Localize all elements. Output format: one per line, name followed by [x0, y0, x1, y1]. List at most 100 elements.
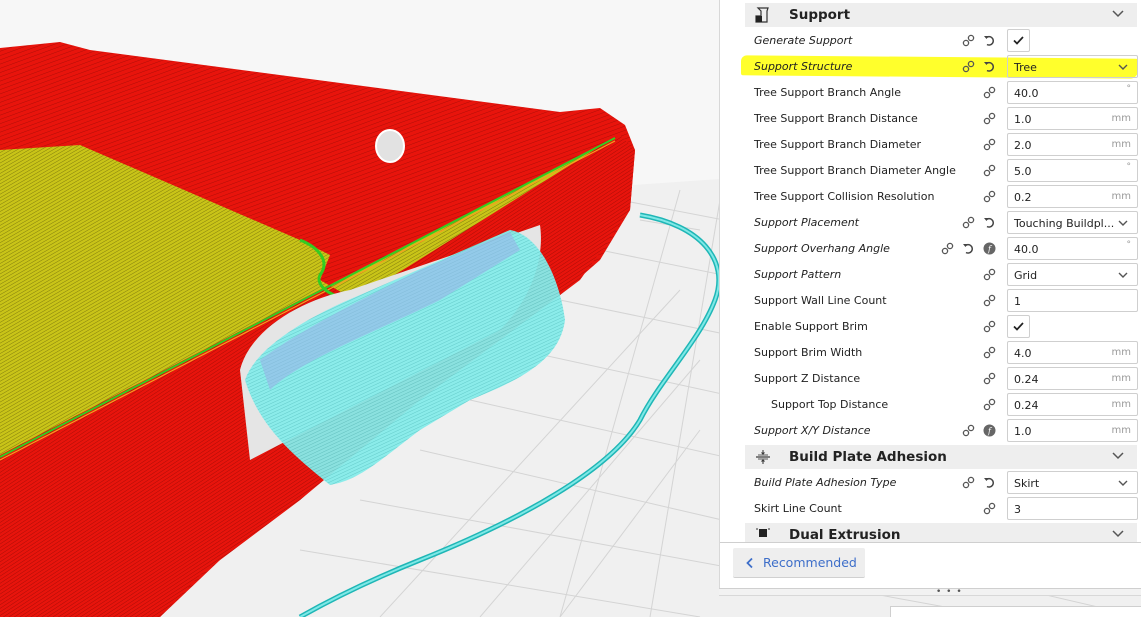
setting-support-placement: Support Placement Touching Buildpl...: [745, 210, 1138, 236]
link-icon[interactable]: [982, 501, 996, 515]
unit-label: mm: [1111, 425, 1131, 436]
reset-icon[interactable]: [982, 475, 996, 489]
setting-label: Tree Support Branch Diameter: [754, 138, 922, 151]
support-overhang-angle-input[interactable]: 40.0 °: [1007, 237, 1138, 260]
support-brim-width-input[interactable]: 4.0 mm: [1007, 341, 1138, 364]
dropdown-value: Touching Buildpl...: [1014, 217, 1115, 230]
tree-branch-distance-input[interactable]: 1.0 mm: [1007, 107, 1138, 130]
skirt-line-count-input[interactable]: 3: [1007, 497, 1138, 520]
input-value: 4.0: [1014, 347, 1032, 360]
generate-support-checkbox[interactable]: [1007, 29, 1030, 52]
link-icon[interactable]: [961, 33, 975, 47]
panel-resize-handle[interactable]: • • •: [719, 588, 1141, 597]
link-icon[interactable]: [982, 345, 996, 359]
link-icon[interactable]: [982, 85, 996, 99]
link-icon[interactable]: [982, 163, 996, 177]
tree-branch-angle-input[interactable]: 40.0 °: [1007, 81, 1138, 104]
support-xy-distance-input[interactable]: 1.0 mm: [1007, 419, 1138, 442]
link-icon[interactable]: [961, 215, 975, 229]
adhesion-icon: [755, 449, 771, 465]
setting-enable-support-brim: Enable Support Brim: [745, 314, 1137, 340]
checkmark-icon: [1013, 36, 1024, 45]
chevron-left-icon: [746, 557, 753, 568]
reset-icon[interactable]: [982, 215, 996, 229]
link-icon[interactable]: [940, 241, 954, 255]
settings-list[interactable]: Support Generate Support Support Structu…: [720, 0, 1141, 543]
setting-label: Support Z Distance: [754, 372, 861, 385]
setting-label: Support Brim Width: [754, 346, 863, 359]
input-value: 1.0: [1014, 425, 1032, 438]
tree-branch-diameter-angle-input[interactable]: 5.0 °: [1007, 159, 1138, 182]
reset-icon[interactable]: [961, 241, 975, 255]
reset-icon[interactable]: [982, 59, 996, 73]
chevron-down-icon: [1118, 272, 1128, 278]
link-icon[interactable]: [982, 267, 996, 281]
support-wall-line-count-input[interactable]: 1: [1007, 289, 1138, 312]
setting-tree-branch-angle: Tree Support Branch Angle 40.0 °: [745, 80, 1138, 106]
dual-extrusion-icon: [755, 527, 771, 542]
section-header-support[interactable]: Support: [745, 3, 1137, 27]
setting-label: Generate Support: [754, 34, 853, 47]
setting-label: Support X/Y Distance: [754, 424, 871, 437]
setting-label: Enable Support Brim: [754, 320, 868, 333]
build-plate-adhesion-type-dropdown[interactable]: Skirt: [1007, 471, 1138, 494]
tree-collision-resolution-input[interactable]: 0.2 mm: [1007, 185, 1138, 208]
setting-support-structure: Support Structure Tree: [745, 54, 1138, 80]
setting-label: Support Structure: [754, 60, 853, 73]
setting-support-overhang-angle: Support Overhang Angle f 40.0 °: [745, 236, 1138, 262]
dropdown-value: Skirt: [1014, 477, 1040, 490]
reset-icon[interactable]: [982, 33, 996, 47]
link-icon[interactable]: [982, 111, 996, 125]
section-header-dual-extrusion[interactable]: Dual Extrusion: [745, 523, 1137, 542]
setting-label: Support Pattern: [754, 268, 842, 281]
setting-tree-branch-diameter-angle: Tree Support Branch Diameter Angle 5.0 °: [745, 158, 1138, 184]
setting-label: Support Wall Line Count: [754, 294, 887, 307]
enable-support-brim-checkbox[interactable]: [1007, 315, 1030, 338]
unit-label: °: [1126, 84, 1132, 94]
link-icon[interactable]: [982, 189, 996, 203]
section-header-build-plate-adhesion[interactable]: Build Plate Adhesion: [745, 445, 1137, 469]
dropdown-value: Grid: [1014, 269, 1038, 282]
section-title-build-plate-adhesion: Build Plate Adhesion: [789, 449, 947, 465]
unit-label: mm: [1111, 191, 1131, 202]
function-icon[interactable]: f: [982, 241, 996, 255]
setting-build-plate-adhesion-type: Build Plate Adhesion Type Skirt: [745, 470, 1138, 496]
unit-label: mm: [1111, 347, 1131, 358]
input-value: 0.24: [1014, 373, 1039, 386]
unit-label: °: [1126, 240, 1132, 250]
section-title-support: Support: [789, 7, 851, 23]
link-icon[interactable]: [982, 293, 996, 307]
unit-label: mm: [1111, 399, 1131, 410]
setting-support-z-distance: Support Z Distance 0.24 mm: [745, 366, 1138, 392]
setting-generate-support: Generate Support: [745, 28, 1137, 54]
setting-label: Skirt Line Count: [754, 502, 842, 515]
chevron-down-icon[interactable]: [1111, 527, 1125, 541]
chevron-down-icon[interactable]: [1111, 7, 1125, 21]
link-icon[interactable]: [961, 475, 975, 489]
checkmark-icon: [1013, 322, 1024, 331]
support-structure-dropdown[interactable]: Tree: [1007, 55, 1138, 78]
input-value: 0.2: [1014, 191, 1032, 204]
setting-label: Support Placement: [754, 216, 859, 229]
input-value: 2.0: [1014, 139, 1032, 152]
link-icon[interactable]: [961, 423, 975, 437]
chevron-down-icon[interactable]: [1111, 449, 1125, 463]
tree-branch-diameter-input[interactable]: 2.0 mm: [1007, 133, 1138, 156]
support-pattern-dropdown[interactable]: Grid: [1007, 263, 1138, 286]
link-icon[interactable]: [961, 59, 975, 73]
support-top-distance-input[interactable]: 0.24 mm: [1007, 393, 1138, 416]
input-value: 40.0: [1014, 243, 1039, 256]
support-placement-dropdown[interactable]: Touching Buildpl...: [1007, 211, 1138, 234]
model-hole: [375, 129, 405, 163]
recommended-mode-button[interactable]: Recommended: [733, 548, 865, 578]
function-icon[interactable]: f: [982, 423, 996, 437]
custom-settings-panel: Support Generate Support Support Structu…: [719, 0, 1141, 590]
link-icon[interactable]: [982, 371, 996, 385]
link-icon[interactable]: [982, 397, 996, 411]
support-z-distance-input[interactable]: 0.24 mm: [1007, 367, 1138, 390]
setting-tree-collision-resolution: Tree Support Collision Resolution 0.2 mm: [745, 184, 1138, 210]
link-icon[interactable]: [982, 319, 996, 333]
bottom-panel-edge: [890, 606, 1141, 617]
link-icon[interactable]: [982, 137, 996, 151]
setting-label: Tree Support Branch Distance: [754, 112, 918, 125]
